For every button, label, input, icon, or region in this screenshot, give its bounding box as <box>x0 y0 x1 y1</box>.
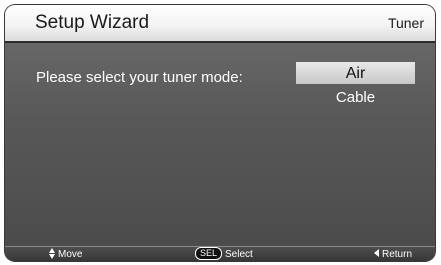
up-down-arrows-icon <box>49 247 56 259</box>
setup-wizard-panel: Setup Wizard Tuner Please select your tu… <box>5 5 435 261</box>
move-hint-label: Move <box>58 249 83 260</box>
sel-key-badge: SEL <box>195 247 223 260</box>
option-air[interactable]: Air <box>296 62 415 84</box>
option-cable[interactable]: Cable <box>296 88 415 108</box>
move-hint: Move <box>49 247 83 261</box>
button-hint-bar: Move SEL Select Return <box>5 246 435 261</box>
title-bar: Setup Wizard Tuner <box>5 5 435 43</box>
select-hint-label: Select <box>225 249 253 261</box>
return-hint-label: Return <box>381 249 412 260</box>
option-cable-label: Cable <box>335 89 376 106</box>
section-label: Tuner <box>387 15 424 31</box>
left-arrow-icon <box>373 249 379 258</box>
tuner-mode-prompt: Please select your tuner mode: <box>36 69 243 86</box>
page-title: Setup Wizard <box>35 12 150 33</box>
return-hint: Return <box>373 248 412 261</box>
select-hint: SEL Select <box>195 247 253 261</box>
option-air-label: Air <box>345 65 366 82</box>
